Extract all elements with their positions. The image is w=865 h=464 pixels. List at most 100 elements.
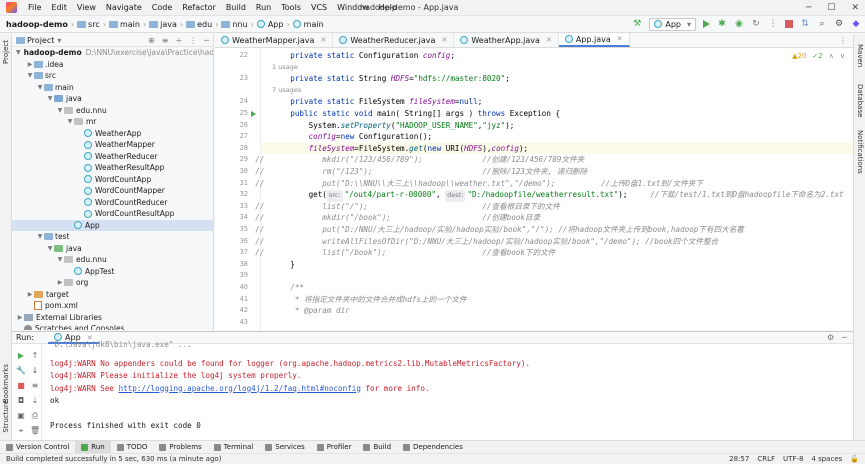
collapse-all-icon[interactable]: ≡ (162, 36, 169, 45)
maven-stripe-button[interactable]: Maven (856, 44, 864, 67)
tree-item[interactable]: Scratches and Consoles (12, 323, 213, 330)
tree-item[interactable]: ▼ test (12, 231, 213, 243)
breadcrumb-main-method[interactable]: main (304, 20, 324, 29)
file-encoding[interactable]: UTF-8 (783, 455, 803, 463)
tree-item[interactable]: WordCountResultApp (12, 208, 213, 220)
chevron-right-icon[interactable]: ▶ (16, 314, 24, 321)
menu-tools[interactable]: Tools (276, 3, 306, 12)
database-stripe-button[interactable]: Database (856, 84, 864, 117)
profiler-tool-button[interactable]: Profiler (311, 441, 358, 454)
layout-icon[interactable]: ▣ (16, 411, 26, 421)
problems-tool-button[interactable]: Problems (153, 441, 207, 454)
chevron-down-icon[interactable]: ▼ (56, 256, 64, 263)
tree-item[interactable]: WeatherMapper (12, 139, 213, 151)
menu-file[interactable]: File (23, 3, 46, 12)
menu-vcs[interactable]: VCS (306, 3, 332, 12)
stop-icon[interactable] (785, 20, 793, 28)
tree-item[interactable]: ▶ External Libraries (12, 312, 213, 324)
caret-position[interactable]: 28:57 (729, 455, 749, 463)
menu-edit[interactable]: Edit (46, 3, 72, 12)
status-message[interactable]: Build completed successfully in 5 sec, 6… (6, 455, 221, 463)
breadcrumb-src[interactable]: src (88, 20, 100, 29)
hammer-icon[interactable]: ⚒ (632, 19, 642, 29)
hide-icon[interactable]: ─ (842, 333, 847, 342)
chevron-down-icon[interactable]: ▼ (36, 233, 44, 240)
tree-item[interactable]: ▶ org (12, 277, 213, 289)
breadcrumb-app[interactable]: App (268, 20, 284, 29)
bookmarks-stripe-button[interactable]: Bookmarks (2, 364, 10, 403)
tree-item[interactable]: ▶ .idea (12, 59, 213, 71)
more-tabs-icon[interactable]: ⋮ (839, 36, 847, 45)
chevron-right-icon[interactable]: ▶ (26, 291, 34, 298)
breadcrumb-edu[interactable]: edu (197, 20, 212, 29)
scroll-down-icon[interactable]: ↓ (30, 366, 40, 376)
tree-item[interactable]: ▼ hadoop-demo D:\NNU\exercise\Java\Practic… (12, 47, 213, 59)
tree-item[interactable]: WeatherApp (12, 128, 213, 140)
tab-weathermapper[interactable]: WeatherMapper.java ✕ (215, 33, 334, 47)
chevron-down-icon[interactable]: ▾ (57, 36, 61, 45)
menu-build[interactable]: Build (221, 3, 251, 12)
stop-icon[interactable]: ■ (16, 381, 26, 391)
tree-item[interactable]: AppTest (12, 266, 213, 278)
chevron-down-icon[interactable]: ▼ (26, 72, 34, 79)
profile-icon[interactable]: ↻ (751, 19, 761, 29)
console-output[interactable]: "D:\Java\jdk8\bin\java.exe" ... log4j:WAR… (50, 340, 850, 441)
services-tool-button[interactable]: Services (259, 441, 311, 454)
scroll-up-icon[interactable]: ↑ (30, 351, 40, 361)
menu-refactor[interactable]: Refactor (177, 3, 221, 12)
tab-weatherreducer[interactable]: WeatherReducer.java ✕ (333, 33, 455, 47)
inspection-widget[interactable]: ▲20 ✓2 ∧ ∨ (792, 52, 845, 60)
menu-code[interactable]: Code (147, 3, 177, 12)
terminal-tool-button[interactable]: Terminal (208, 441, 260, 454)
close-tab-icon[interactable]: ✕ (320, 36, 326, 44)
soft-wrap-icon[interactable]: ≡ (30, 381, 40, 391)
run-tool-button[interactable]: Run (75, 440, 111, 454)
tree-item[interactable]: ▼ src (12, 70, 213, 82)
chevron-down-icon[interactable]: ▼ (56, 107, 64, 114)
debug-icon[interactable]: ✱ (717, 19, 727, 29)
close-icon[interactable]: ✕ (851, 3, 859, 13)
menu-view[interactable]: View (72, 3, 101, 12)
close-tab-icon[interactable]: ✕ (617, 35, 623, 43)
nav-up-icon[interactable]: ∧ (829, 52, 834, 60)
settings-icon[interactable]: ⚙ (827, 333, 834, 342)
version-control-tool-button[interactable]: Version Control (0, 441, 75, 454)
tree-item[interactable]: WordCountReducer (12, 197, 213, 209)
tree-item[interactable]: ▼ mr (12, 116, 213, 128)
run-gutter-icon[interactable] (251, 111, 256, 117)
run-config-select[interactable]: App ▾ (649, 17, 696, 31)
maximize-icon[interactable]: ☐ (827, 3, 835, 13)
menu-run[interactable]: Run (251, 3, 276, 12)
pin-icon[interactable]: ⌖ (16, 426, 26, 436)
tree-item[interactable]: ▶ target (12, 289, 213, 301)
tree-item[interactable]: WordCountMapper (12, 185, 213, 197)
options-icon[interactable]: ⋮ (189, 36, 197, 45)
coverage-icon[interactable]: ◉ (734, 19, 744, 29)
rerun-icon[interactable]: ▶ (16, 351, 26, 361)
structure-stripe-button[interactable]: Structure (2, 400, 10, 433)
todo-tool-button[interactable]: TODO (111, 441, 154, 454)
more-run-icon[interactable]: ⋮ (768, 19, 778, 29)
tree-item[interactable]: App (12, 219, 213, 231)
breadcrumb-project[interactable]: hadoop-demo (6, 20, 68, 29)
hide-icon[interactable]: ─ (204, 36, 209, 45)
camera-icon[interactable]: ◘ (16, 396, 26, 406)
project-stripe-button[interactable]: Project (2, 40, 10, 64)
tab-app[interactable]: App.java ✕ (558, 33, 630, 47)
code-editor[interactable]: 22 23 24 25 26 27 28 29 30 31 32 33 34 35 36 37 38 39 40 41… (215, 48, 853, 330)
tree-item[interactable]: ▼ edu.nnu (12, 105, 213, 117)
run-icon[interactable] (703, 20, 710, 28)
wrench-icon[interactable]: 🔧 (16, 366, 26, 376)
locate-icon[interactable]: ⊕ (148, 36, 155, 45)
tree-item[interactable]: ▼ main (12, 82, 213, 94)
close-tab-icon[interactable]: ✕ (441, 36, 447, 44)
chevron-right-icon[interactable]: ▶ (56, 279, 64, 286)
tree-item[interactable]: WeatherReducer (12, 151, 213, 163)
expand-all-icon[interactable]: ÷ (175, 36, 182, 45)
chevron-down-icon[interactable]: ▼ (66, 118, 74, 125)
search-icon[interactable]: ⌕ (817, 19, 827, 29)
settings-icon[interactable]: ⚙ (834, 19, 844, 29)
chevron-right-icon[interactable]: ▶ (26, 61, 34, 68)
tree-item[interactable]: ▼ edu.nnu (12, 254, 213, 266)
tree-item[interactable]: WordCountApp (12, 174, 213, 186)
